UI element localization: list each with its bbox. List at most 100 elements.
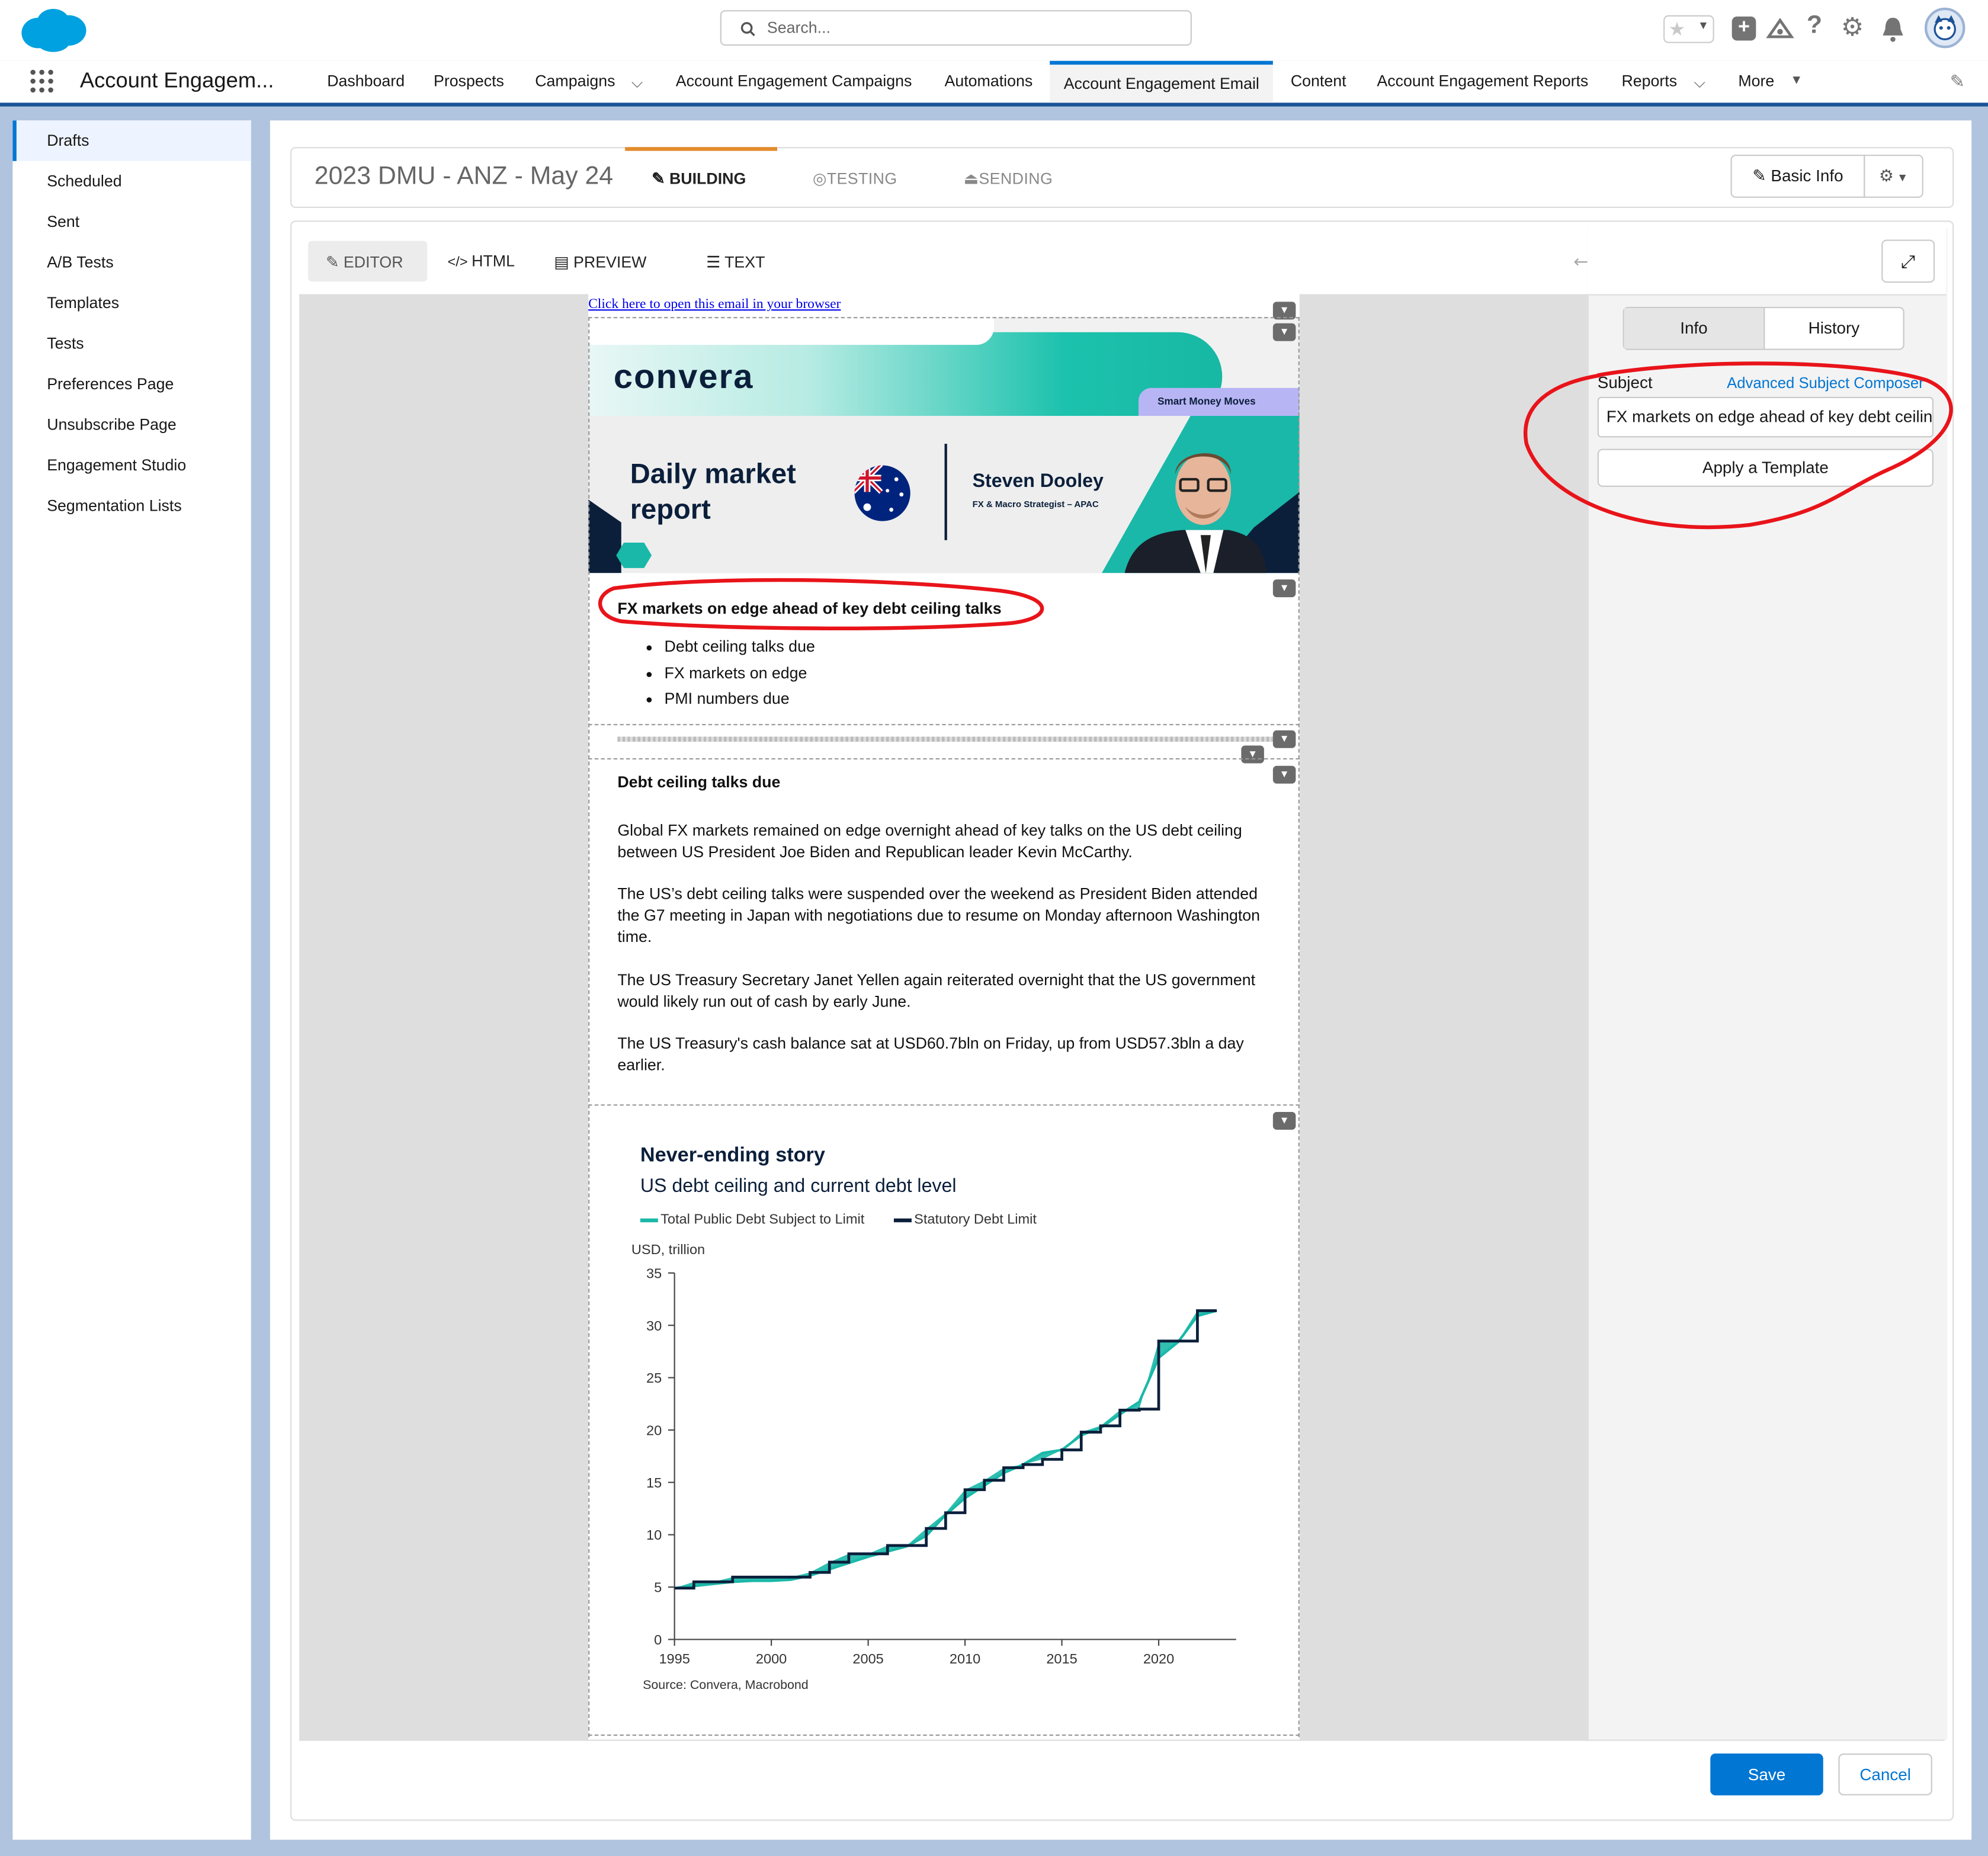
email-headline: FX markets on edge ahead of key debt cei… — [617, 600, 1002, 618]
block-menu-chevron-icon[interactable]: ▼ — [1272, 323, 1296, 341]
tab-html[interactable]: </> HTML — [448, 252, 515, 270]
sidebar-item-engagement-studio[interactable]: Engagement Studio — [12, 445, 251, 485]
chart-source: Source: Convera, Macrobond — [643, 1678, 809, 1693]
chart-subtitle: US debt ceiling and current debt level — [640, 1175, 957, 1197]
chevron-down-icon: ▼ — [1893, 171, 1909, 184]
stage-testing-label: TESTING — [826, 169, 897, 188]
nav-item-account-engagement-email[interactable]: Account Engagement Email — [1050, 60, 1274, 103]
sidebar-item-segmentation-lists[interactable]: Segmentation Lists — [12, 486, 251, 526]
global-add-icon[interactable]: + — [1732, 16, 1756, 41]
building-stage-indicator — [625, 147, 778, 151]
setup-gear-icon[interactable]: ⚙ — [1841, 11, 1864, 43]
legend-swatch-limit — [893, 1217, 912, 1222]
global-search[interactable]: Search... — [720, 10, 1192, 46]
sidebar-item-templates[interactable]: Templates — [12, 283, 251, 323]
notification-bell-icon[interactable] — [1880, 15, 1906, 43]
legend-label-debt: Total Public Debt Subject to Limit — [660, 1212, 865, 1227]
app-launcher-icon[interactable] — [29, 69, 54, 94]
tab-preview[interactable]: ▤ PREVIEW — [554, 252, 646, 271]
chevron-down-icon: ▼ — [1697, 19, 1709, 32]
html-label: HTML — [472, 252, 515, 270]
reports-chevron-down-icon[interactable]: ⌵ — [1694, 73, 1705, 92]
y-tick-label: 5 — [654, 1580, 662, 1595]
paragraph: The US Treasury's cash balance sat at US… — [617, 1034, 1244, 1074]
settings-dropdown-button[interactable]: ⚙ ▼ — [1864, 155, 1923, 198]
preview-label: PREVIEW — [573, 254, 647, 272]
paragraph: Global FX markets remained on edge overn… — [617, 821, 1242, 861]
x-tick-label: 2000 — [756, 1651, 787, 1666]
block-outline — [588, 317, 590, 1738]
expand-button[interactable]: ⤢ — [1881, 239, 1935, 283]
x-tick-label: 2015 — [1046, 1651, 1077, 1666]
tab-history[interactable]: History — [1765, 308, 1903, 348]
sidebar-item-scheduled[interactable]: Scheduled — [12, 161, 251, 201]
y-tick-label: 20 — [646, 1423, 662, 1438]
nav-item-dashboard[interactable]: Dashboard — [327, 61, 405, 103]
sidebar-item-tests[interactable]: Tests — [12, 323, 251, 364]
email-sidebar: Drafts Scheduled Sent A/B Tests Template… — [12, 120, 251, 1840]
favorites-button[interactable]: ★ ▼ — [1663, 15, 1714, 43]
block-menu-chevron-icon[interactable]: ▼ — [1272, 730, 1296, 748]
basic-info-button[interactable]: ✎ Basic Info — [1730, 155, 1865, 198]
series-line-total-debt — [674, 1309, 1217, 1589]
user-avatar[interactable] — [1924, 7, 1965, 49]
nav-item-prospects[interactable]: Prospects — [434, 61, 504, 103]
gear-icon: ⚙ — [1878, 166, 1894, 185]
y-tick-label: 15 — [646, 1475, 662, 1490]
block-outline — [588, 724, 1300, 726]
stage-building[interactable]: ✎ BUILDING — [652, 169, 746, 188]
sidebar-item-sent[interactable]: Sent — [12, 201, 251, 242]
cancel-button[interactable]: Cancel — [1838, 1754, 1932, 1796]
tab-text[interactable]: ☰ TEXT — [706, 252, 765, 271]
tab-info[interactable]: Info — [1624, 308, 1765, 349]
sidebar-item-ab-tests[interactable]: A/B Tests — [12, 242, 251, 283]
document-icon: ▤ — [554, 254, 574, 272]
australia-flag-icon — [854, 465, 910, 521]
edit-nav-pencil-icon[interactable]: ✎ — [1950, 71, 1965, 92]
browser-view-link[interactable]: Click here to open this email in your br… — [588, 297, 841, 312]
block-outline — [588, 758, 1300, 760]
sidebar-item-unsubscribe-page[interactable]: Unsubscribe Page — [12, 405, 251, 445]
block-menu-chevron-icon[interactable]: ▼ — [1272, 579, 1296, 598]
nav-item-automations[interactable]: Automations — [945, 61, 1033, 103]
legend-item-debt: Total Public Debt Subject to Limit — [640, 1212, 864, 1227]
advanced-subject-composer-link[interactable]: Advanced Subject Composer — [1727, 374, 1924, 392]
save-button[interactable]: Save — [1710, 1754, 1823, 1796]
y-tick-label: 25 — [646, 1370, 662, 1386]
list-item: Debt ceiling talks due — [665, 634, 815, 660]
nav-item-reports[interactable]: Reports — [1621, 61, 1677, 103]
nav-item-account-engagement-campaigns[interactable]: Account Engagement Campaigns — [676, 61, 912, 103]
star-icon: ★ — [1668, 19, 1686, 41]
legend-item-limit: Statutory Debt Limit — [893, 1212, 1037, 1227]
convera-logo: convera — [613, 357, 754, 396]
block-menu-chevron-icon[interactable]: ▼ — [1272, 765, 1296, 784]
nav-item-account-engagement-reports[interactable]: Account Engagement Reports — [1377, 61, 1588, 103]
salesforce-logo-icon[interactable] — [18, 5, 89, 53]
debt-ceiling-chart: Never-ending story US debt ceiling and c… — [608, 1129, 1280, 1712]
chart-plot: 0 5 10 15 20 25 30 35 1995 2000 2005 2010 2015 2020 — [646, 1265, 1236, 1666]
apply-template-button[interactable]: Apply a Template — [1597, 448, 1934, 487]
stage-sending[interactable]: ⏏SENDING — [964, 169, 1053, 188]
nav-item-campaigns[interactable]: Campaigns — [535, 61, 615, 103]
x-tick-label: 2010 — [950, 1651, 980, 1666]
nav-item-content[interactable]: Content — [1291, 61, 1346, 103]
subject-input[interactable]: FX markets on edge ahead of key debt cei… — [1597, 396, 1934, 438]
bullet-list: Debt ceiling talks due FX markets on edg… — [620, 634, 815, 712]
sidebar-item-drafts[interactable]: Drafts — [12, 120, 251, 161]
block-menu-chevron-icon[interactable]: ▼ — [1272, 1112, 1296, 1130]
campaigns-chevron-down-icon[interactable]: ⌵ — [631, 73, 643, 92]
footer-divider — [299, 1739, 1945, 1741]
stage-testing[interactable]: ◎TESTING — [813, 169, 897, 188]
email-title: 2023 DMU - ANZ - May 24 — [314, 162, 614, 191]
help-icon[interactable]: ? — [1807, 11, 1822, 40]
tab-editor-label[interactable]: ✎ EDITOR — [326, 252, 403, 271]
series-line-statutory-limit — [674, 1309, 1217, 1590]
text-label: TEXT — [724, 254, 765, 272]
stage-building-label: BUILDING — [669, 169, 746, 188]
list-item: FX markets on edge — [665, 660, 815, 686]
nav-item-more[interactable]: More — [1738, 61, 1774, 103]
trailhead-icon[interactable] — [1766, 15, 1794, 43]
more-chevron-down-icon[interactable]: ▼ — [1790, 73, 1803, 88]
block-menu-chevron-icon[interactable]: ▼ — [1241, 745, 1264, 764]
sidebar-item-preferences-page[interactable]: Preferences Page — [12, 364, 251, 404]
